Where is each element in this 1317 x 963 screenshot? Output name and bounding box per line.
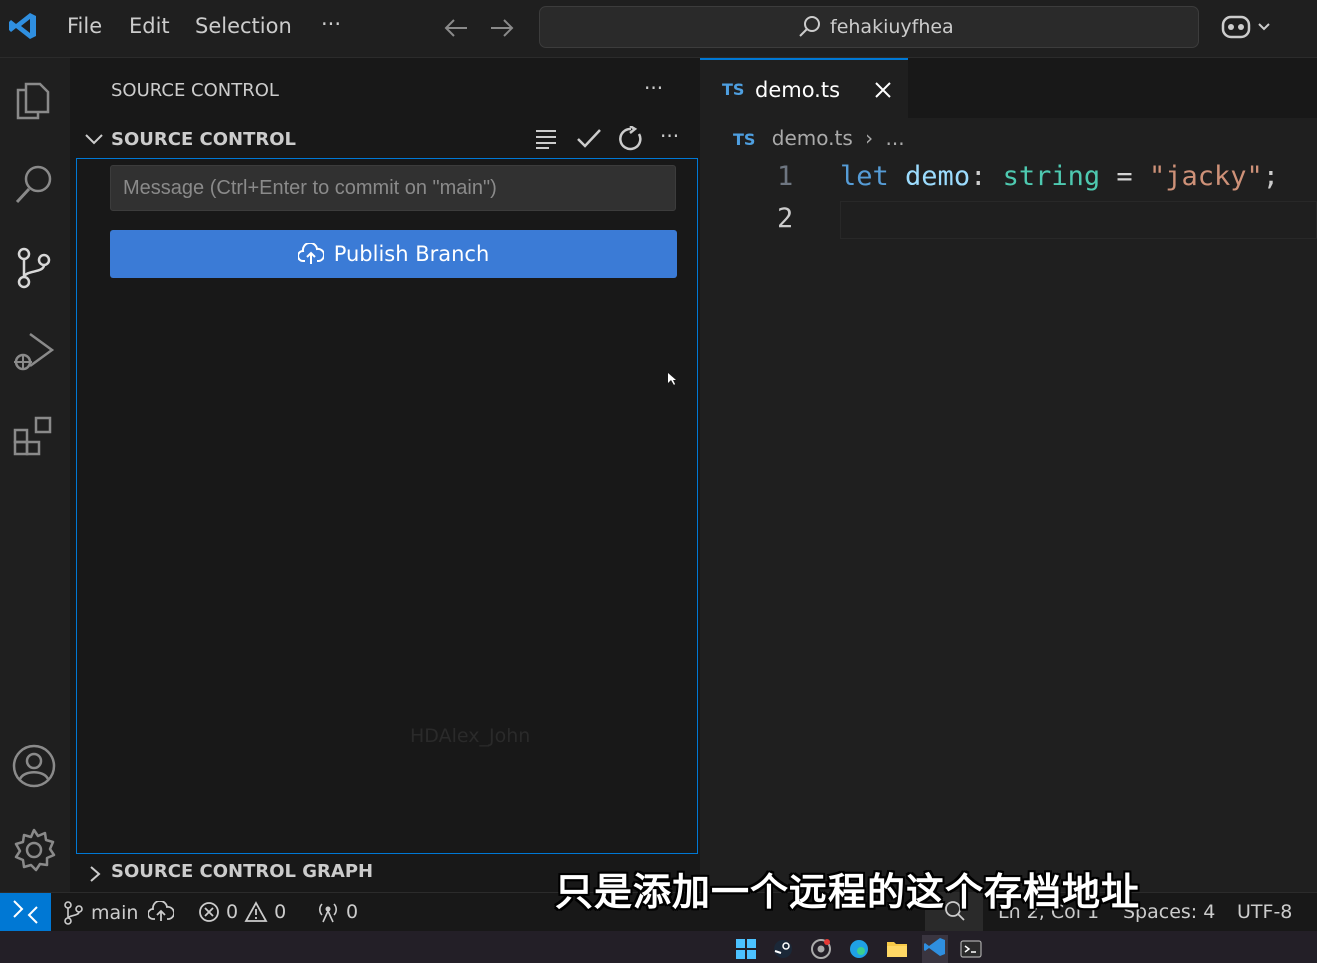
publish-branch-button[interactable]: Publish Branch — [110, 230, 677, 278]
sidebar-title: SOURCE CONTROL — [111, 80, 279, 101]
refresh-icon[interactable] — [618, 126, 644, 152]
run-debug-icon[interactable] — [12, 330, 56, 374]
tab-label: demo.ts — [755, 78, 841, 102]
menu-selection[interactable]: Selection — [195, 14, 292, 38]
code-string: "jacky" — [1148, 161, 1263, 192]
breadcrumb: TS demo.ts › ... — [733, 126, 905, 150]
settings-gear-icon[interactable] — [12, 828, 56, 872]
source-control-icon[interactable] — [12, 246, 56, 290]
close-icon[interactable] — [874, 81, 892, 99]
activity-bar — [0, 58, 70, 892]
branch-status-item[interactable]: main — [63, 901, 138, 925]
code-type: string — [1002, 161, 1101, 192]
os-taskbar — [0, 931, 1317, 963]
watermark-text: HDAlex_John — [410, 725, 531, 747]
video-subtitle: 只是添加一个远程的这个存档地址 — [555, 870, 1141, 914]
error-icon — [199, 902, 219, 922]
chrome-icon[interactable] — [811, 939, 831, 959]
code-identifier: demo — [905, 161, 971, 192]
account-icon[interactable] — [12, 744, 56, 788]
menu-edit[interactable]: Edit — [129, 14, 170, 38]
vscode-logo-icon[interactable] — [8, 11, 38, 41]
search-icon[interactable] — [12, 162, 56, 206]
steam-icon[interactable] — [773, 939, 793, 959]
back-arrow-icon[interactable] — [443, 16, 469, 40]
publish-cloud-status-icon[interactable] — [148, 901, 174, 923]
warning-icon — [244, 901, 268, 922]
extensions-icon[interactable] — [12, 414, 56, 458]
warning-count: 0 — [274, 901, 287, 923]
code-semicolon: ; — [1262, 161, 1280, 192]
editor-area: TS demo.ts TS demo.ts › ... 1 2 let demo… — [700, 58, 1317, 892]
windows-start-icon[interactable] — [736, 939, 756, 959]
scm-more-button[interactable]: ··· — [660, 124, 679, 148]
scm-view-pane: Publish Branch HDAlex_John — [76, 158, 698, 854]
title-bar: File Edit Selection ··· fehakiuyfhea — [0, 0, 1317, 58]
breadcrumb-file[interactable]: demo.ts — [772, 126, 853, 150]
mouse-cursor-icon — [667, 372, 677, 386]
chevron-down-icon[interactable] — [84, 131, 104, 147]
typescript-file-icon: TS — [733, 130, 756, 149]
problems-status-item[interactable]: 0 0 — [198, 901, 286, 923]
sidebar-more-button[interactable]: ··· — [644, 76, 663, 100]
code-keyword: let — [840, 161, 889, 192]
cloud-upload-icon — [297, 243, 324, 265]
vscode-taskbar-icon[interactable] — [922, 935, 948, 963]
breadcrumb-separator-chevron-icon: › — [865, 126, 874, 150]
remote-indicator-button[interactable] — [0, 893, 51, 932]
view-as-tree-icon[interactable] — [534, 128, 558, 150]
menu-more-button[interactable]: ··· — [321, 12, 341, 36]
command-center-search[interactable]: fehakiuyfhea — [539, 6, 1199, 48]
code-equals: = — [1116, 161, 1133, 192]
breadcrumb-symbols[interactable]: ... — [886, 126, 905, 150]
line-number-active: 2 — [777, 203, 794, 234]
ports-status-item[interactable]: 0 — [316, 901, 358, 923]
branch-name: main — [91, 902, 139, 924]
scm-graph-title: SOURCE CONTROL GRAPH — [111, 861, 374, 882]
ports-count: 0 — [346, 901, 359, 923]
terminal-icon[interactable] — [960, 939, 982, 959]
tab-demo-ts[interactable]: TS demo.ts — [700, 58, 908, 118]
code-line-1[interactable]: let demo: string = "jacky"; — [840, 161, 1279, 192]
publish-branch-label: Publish Branch — [333, 242, 490, 266]
forward-arrow-icon[interactable] — [489, 16, 515, 40]
error-count: 0 — [226, 901, 239, 923]
chevron-right-icon — [88, 865, 102, 883]
branch-icon — [64, 901, 83, 925]
command-center-text: fehakiuyfhea — [830, 16, 954, 38]
tab-bar: TS demo.ts — [700, 58, 1317, 118]
explorer-icon[interactable] — [12, 78, 56, 122]
copilot-icon[interactable] — [1221, 13, 1275, 43]
broadcast-icon — [319, 903, 337, 923]
commit-check-icon[interactable] — [576, 127, 602, 149]
edge-icon[interactable] — [849, 939, 869, 959]
file-explorer-icon[interactable] — [886, 939, 908, 959]
code-colon: : — [970, 161, 987, 192]
typescript-file-icon: TS — [722, 80, 745, 99]
current-line-highlight[interactable] — [840, 201, 1317, 239]
scm-section-title[interactable]: SOURCE CONTROL — [111, 129, 296, 150]
encoding-status[interactable]: UTF-8 — [1237, 901, 1292, 923]
commit-message-input[interactable] — [110, 165, 676, 211]
menu-file[interactable]: File — [67, 14, 102, 38]
search-icon — [797, 15, 821, 39]
line-number: 1 — [777, 161, 794, 192]
